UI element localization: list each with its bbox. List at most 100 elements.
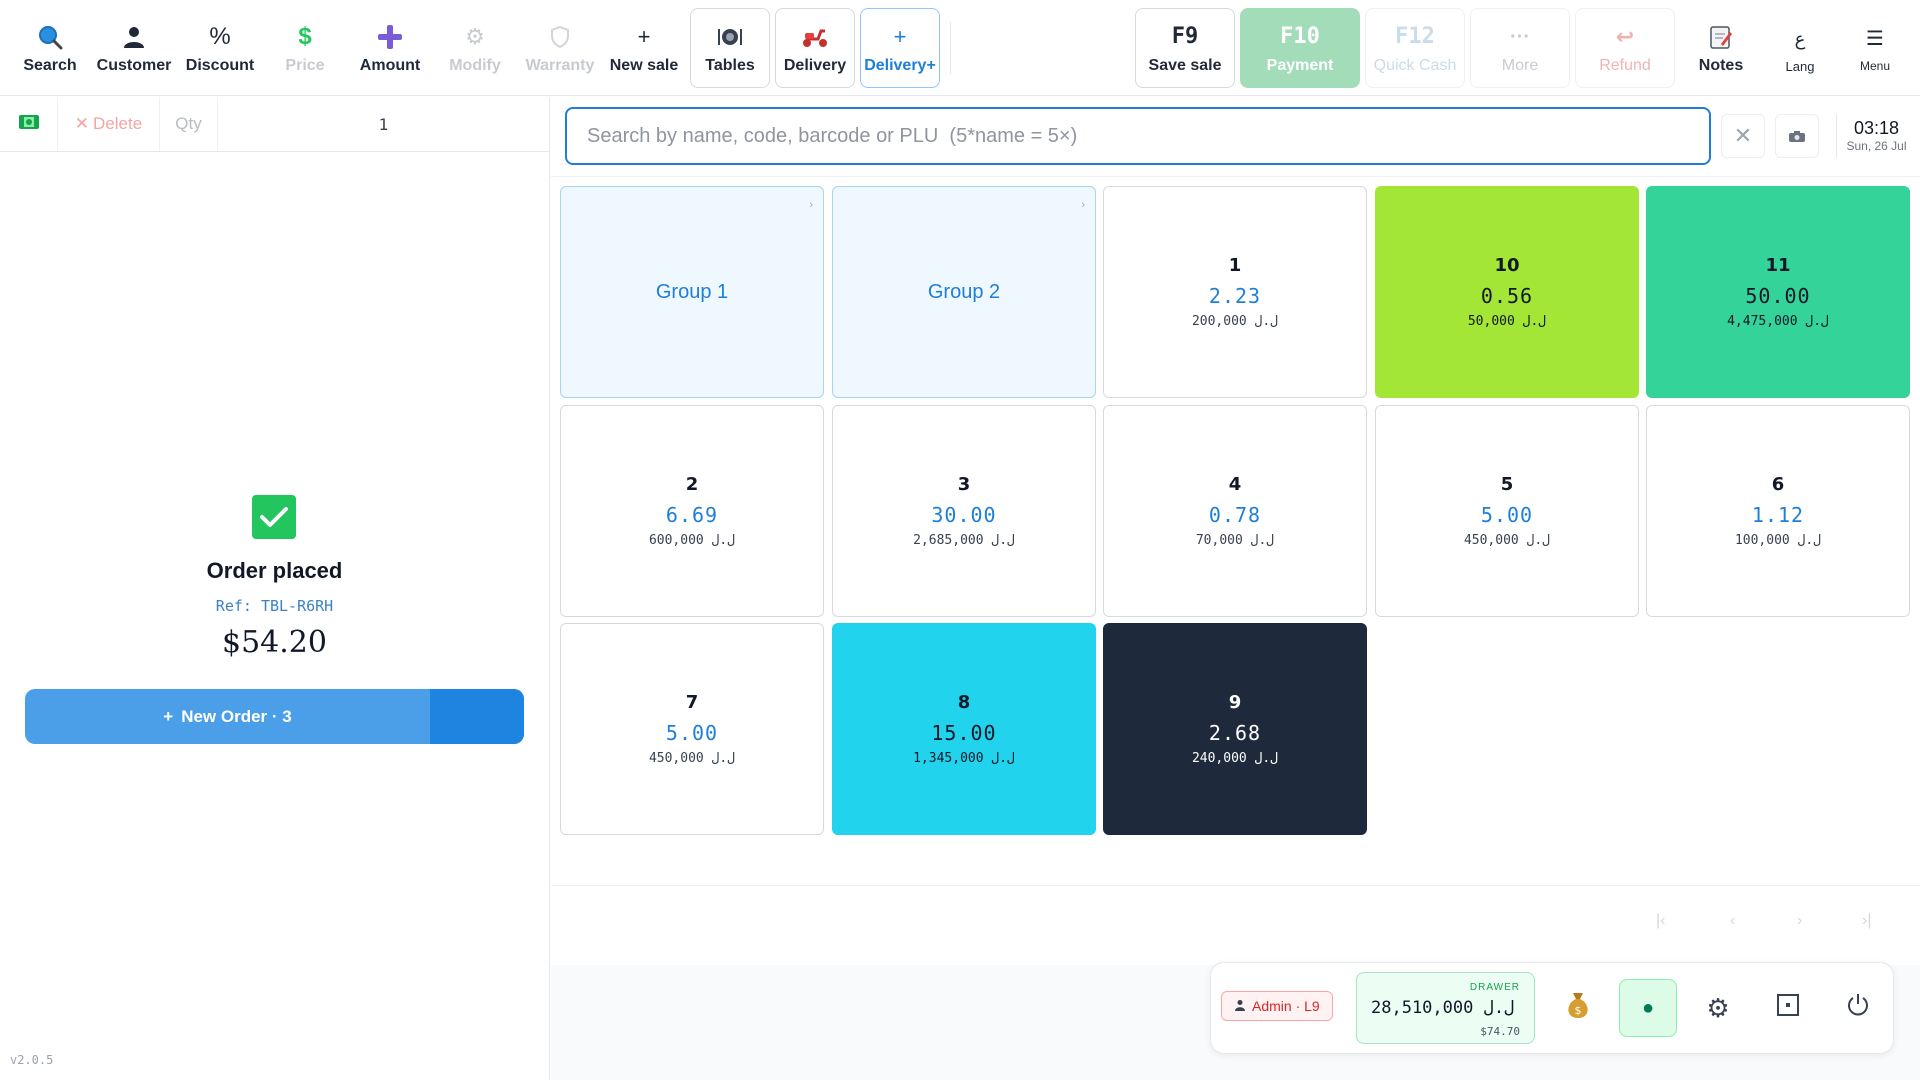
- notepad-icon: [1709, 21, 1733, 53]
- last-page-icon[interactable]: ›|: [1862, 912, 1871, 930]
- tables-button[interactable]: Tables: [690, 8, 770, 88]
- clock-time: 03:18: [1853, 118, 1900, 138]
- product-price-usd: 1.12: [1751, 503, 1805, 527]
- cash-toggle[interactable]: [0, 97, 58, 151]
- product-number: 8: [957, 692, 971, 713]
- group-name: Group 1: [655, 280, 729, 303]
- price-button[interactable]: $ Price: [268, 8, 342, 88]
- product-tile[interactable]: 1 2.23 200,000 ل.ل: [1103, 186, 1367, 398]
- shield-icon: [550, 21, 570, 53]
- search-button[interactable]: Search: [12, 8, 88, 88]
- line-action-bar: ✕ Delete Qty 1: [0, 97, 549, 152]
- status-dot-icon: ●: [1641, 996, 1655, 1019]
- settings-button[interactable]: ⚙: [1689, 979, 1747, 1037]
- group-name: Group 2: [927, 280, 1001, 303]
- order-status-title: Order placed: [206, 558, 343, 583]
- new-sale-button[interactable]: + New sale: [606, 8, 682, 88]
- group-tile-1[interactable]: › Group 1: [560, 186, 824, 398]
- new-order-button[interactable]: + New Order · 3: [25, 689, 524, 744]
- product-price-usd: 5.00: [1480, 503, 1534, 527]
- drawer-balance[interactable]: DRAWER 28,510,000 ل.ل $74.70: [1356, 972, 1535, 1044]
- product-number: 7: [685, 692, 699, 713]
- product-price-lbp: 2,685,000 ل.ل: [913, 533, 1015, 548]
- svg-text:$: $: [1575, 1004, 1582, 1017]
- qty-value[interactable]: 1: [218, 97, 549, 151]
- discount-button[interactable]: % Discount: [182, 8, 258, 88]
- product-tile[interactable]: 11 50.00 4,475,000 ل.ل: [1646, 186, 1910, 398]
- customer-button[interactable]: Customer: [96, 8, 172, 88]
- discount-label: Discount: [185, 57, 255, 74]
- amount-button[interactable]: Amount: [352, 8, 428, 88]
- delete-label: Delete: [93, 114, 143, 133]
- power-button[interactable]: [1829, 979, 1887, 1037]
- percent-icon: %: [209, 23, 231, 50]
- delivery-plus-button[interactable]: + Delivery+: [860, 8, 940, 88]
- product-tile[interactable]: 10 0.56 50,000 ل.ل: [1375, 186, 1639, 398]
- toolbar-divider: [950, 22, 951, 74]
- version-label: v2.0.5: [10, 1053, 54, 1067]
- delete-line-button[interactable]: ✕ Delete: [58, 97, 160, 151]
- product-number: 11: [1765, 255, 1791, 276]
- delivery-label: Delivery: [783, 57, 847, 74]
- connection-status-button[interactable]: ●: [1619, 979, 1677, 1037]
- clock: 03:18 Sun, 26 Jul: [1836, 114, 1916, 158]
- product-tile[interactable]: 8 15.00 1,345,000 ل.ل: [832, 623, 1096, 835]
- product-price-lbp: 100,000 ل.ل: [1734, 533, 1822, 548]
- clear-search-button[interactable]: ✕: [1721, 114, 1765, 158]
- group-tile-2[interactable]: › Group 2: [832, 186, 1096, 398]
- fullscreen-button[interactable]: [1759, 979, 1817, 1037]
- close-icon: ✕: [1733, 123, 1753, 148]
- payment-button[interactable]: F10 Payment: [1240, 8, 1360, 88]
- drawer-lbp: 28,510,000 ل.ل: [1371, 998, 1515, 1018]
- new-order-main[interactable]: + New Order · 3: [25, 689, 430, 744]
- product-price-usd: 30.00: [931, 503, 997, 527]
- new-order-split[interactable]: [430, 689, 524, 744]
- notes-button[interactable]: Notes: [1683, 8, 1759, 88]
- plus-icon: [377, 21, 403, 53]
- order-panel: ✕ Delete Qty 1 Order placed Ref: TBL-R6R…: [0, 97, 550, 1080]
- next-page-icon[interactable]: ›: [1797, 912, 1802, 930]
- new-order-label: New Order · 3: [181, 706, 292, 726]
- qty-button[interactable]: Qty: [160, 97, 218, 151]
- product-tile[interactable]: 2 6.69 600,000 ل.ل: [560, 405, 824, 617]
- product-tile[interactable]: 3 30.00 2,685,000 ل.ل: [832, 405, 1096, 617]
- more-button[interactable]: ··· More: [1470, 8, 1570, 88]
- first-page-icon[interactable]: |‹: [1656, 912, 1665, 930]
- prev-page-icon[interactable]: ‹: [1730, 912, 1735, 930]
- search-input[interactable]: [587, 124, 1709, 148]
- product-tile[interactable]: 4 0.78 70,000 ل.ل: [1103, 405, 1367, 617]
- top-toolbar: Search Customer % Discount $ Price Amoun…: [0, 0, 1920, 96]
- refund-button[interactable]: ↩ Refund: [1575, 8, 1675, 88]
- gear-icon: ⚙: [465, 24, 485, 49]
- order-ref: Ref: TBL-R6RH: [215, 597, 334, 615]
- delivery-button[interactable]: Delivery: [775, 8, 855, 88]
- product-number: 5: [1500, 474, 1514, 495]
- product-price-lbp: 50,000 ل.ل: [1467, 314, 1547, 329]
- tables-label: Tables: [705, 57, 755, 74]
- check-icon: [252, 495, 296, 539]
- more-label: More: [1501, 57, 1539, 74]
- warranty-label: Warranty: [525, 57, 595, 74]
- warranty-button[interactable]: Warranty: [522, 8, 598, 88]
- square-icon: [1776, 993, 1800, 1024]
- camera-icon: [1788, 123, 1806, 149]
- product-tile[interactable]: 7 5.00 450,000 ل.ل: [560, 623, 824, 835]
- quick-cash-button[interactable]: F12 Quick Cash: [1365, 8, 1465, 88]
- refund-label: Refund: [1599, 57, 1651, 74]
- lang-button[interactable]: ع Lang: [1765, 8, 1835, 88]
- user-badge[interactable]: Admin · L9: [1221, 991, 1333, 1021]
- plate-icon: [717, 21, 743, 53]
- product-tile[interactable]: 9 2.68 240,000 ل.ل: [1103, 623, 1367, 835]
- barcode-scan-button[interactable]: [1775, 114, 1819, 158]
- menu-button[interactable]: ☰ Menu: [1840, 8, 1910, 88]
- more-icon: ···: [1510, 26, 1530, 48]
- delivery-plus-label: Delivery+: [864, 57, 936, 74]
- modify-button[interactable]: ⚙ Modify: [438, 8, 512, 88]
- product-tile[interactable]: 5 5.00 450,000 ل.ل: [1375, 405, 1639, 617]
- person-icon: [1234, 998, 1246, 1014]
- product-tile[interactable]: 6 1.12 100,000 ل.ل: [1646, 405, 1910, 617]
- money-bag-button[interactable]: $: [1549, 979, 1607, 1037]
- save-sale-button[interactable]: F9 Save sale: [1135, 8, 1235, 88]
- lang-icon: ع: [1794, 28, 1806, 49]
- product-number: 1: [1228, 255, 1242, 276]
